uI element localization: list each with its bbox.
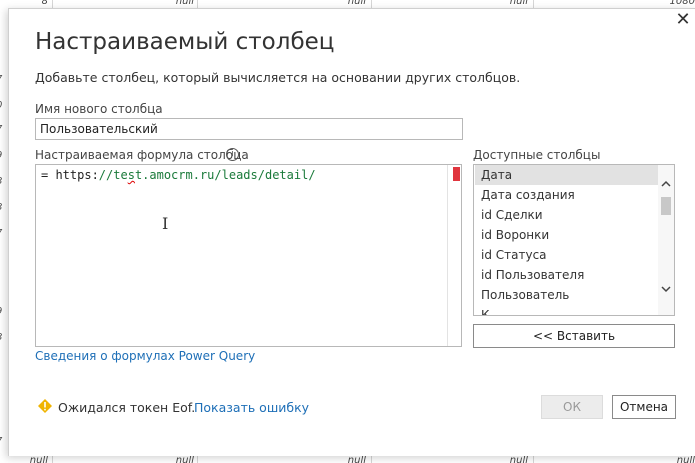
- background-cell: null: [175, 455, 194, 463]
- warning-icon: [37, 398, 53, 414]
- background-cell: 8 0:00:00: [9, 0, 48, 18]
- formula-editor[interactable]: = https://test.amocrm.ru/leads/detail/ I: [35, 164, 462, 347]
- background-cell: 7: [0, 74, 6, 85]
- background-cell: 8: [0, 176, 6, 187]
- formula-prefix: = https:: [41, 168, 99, 182]
- formula-help-link[interactable]: Сведения о формулах Power Query: [35, 349, 255, 363]
- background-cell: 8: [0, 332, 6, 343]
- column-item[interactable]: id Сделки: [475, 205, 664, 225]
- chevron-up-icon[interactable]: [658, 177, 674, 193]
- column-item[interactable]: id Статуса: [475, 245, 664, 265]
- column-name-input[interactable]: [35, 118, 463, 140]
- error-message: Ожидался токен Eof.: [58, 400, 196, 415]
- close-icon[interactable]: ✕: [673, 10, 693, 30]
- info-icon[interactable]: i: [226, 148, 239, 161]
- column-item[interactable]: Пользователь: [475, 285, 664, 305]
- background-cell: null: [509, 0, 528, 7]
- formula-label: Настраиваемая формула столбца: [35, 148, 249, 162]
- chevron-down-icon[interactable]: [658, 283, 674, 299]
- background-cell: null: [175, 0, 194, 7]
- cancel-button[interactable]: Отмена: [612, 395, 676, 419]
- column-item[interactable]: Дата создания: [475, 185, 664, 205]
- formula-url-start: //te: [98, 168, 128, 182]
- show-error-link[interactable]: Показать ошибку: [194, 400, 309, 415]
- background-cell: 7: [0, 124, 6, 135]
- background-cell: 9: [0, 150, 6, 161]
- background-cell: 9: [0, 306, 6, 317]
- error-marker: [453, 167, 460, 181]
- column-item[interactable]: id Пользователя: [475, 265, 664, 285]
- background-cell: null: [347, 0, 366, 7]
- dialog-description: Добавьте столбец, который вычисляется на…: [35, 70, 521, 85]
- background-cell: 7: [0, 228, 6, 239]
- background-cell: null: [676, 455, 695, 463]
- text-cursor: I: [162, 214, 169, 233]
- scroll-thumb[interactable]: [661, 197, 671, 215]
- background-cell: 7: [0, 436, 6, 447]
- columns-scrollbar[interactable]: [658, 165, 674, 315]
- background-cell: null: [347, 455, 366, 463]
- background-cell: 8: [0, 202, 6, 213]
- background-cell: 1080: [669, 0, 695, 7]
- background-cell: 0: [0, 100, 6, 111]
- name-label: Имя нового столбца: [35, 102, 163, 116]
- available-columns-list[interactable]: Дата Дата создания id Сделки id Воронки …: [473, 164, 675, 316]
- formula-url-error: s: [127, 168, 135, 182]
- formula-scrollbar[interactable]: [447, 165, 448, 346]
- column-item[interactable]: id Воронки: [475, 225, 664, 245]
- insert-button[interactable]: << Вставить: [473, 324, 675, 348]
- dialog-title: Настраиваемый столбец: [35, 29, 335, 55]
- ok-button[interactable]: ОК: [541, 395, 603, 419]
- formula-text[interactable]: = https://test.amocrm.ru/leads/detail/: [41, 168, 316, 182]
- column-item[interactable]: Дата: [475, 165, 664, 185]
- formula-url-rest: t.amocrm.ru/leads/detail/: [134, 168, 316, 182]
- column-item[interactable]: К: [475, 305, 664, 315]
- background-cell: null: [509, 455, 528, 463]
- columns-label: Доступные столбцы: [473, 148, 601, 162]
- background-cell: null: [29, 455, 48, 463]
